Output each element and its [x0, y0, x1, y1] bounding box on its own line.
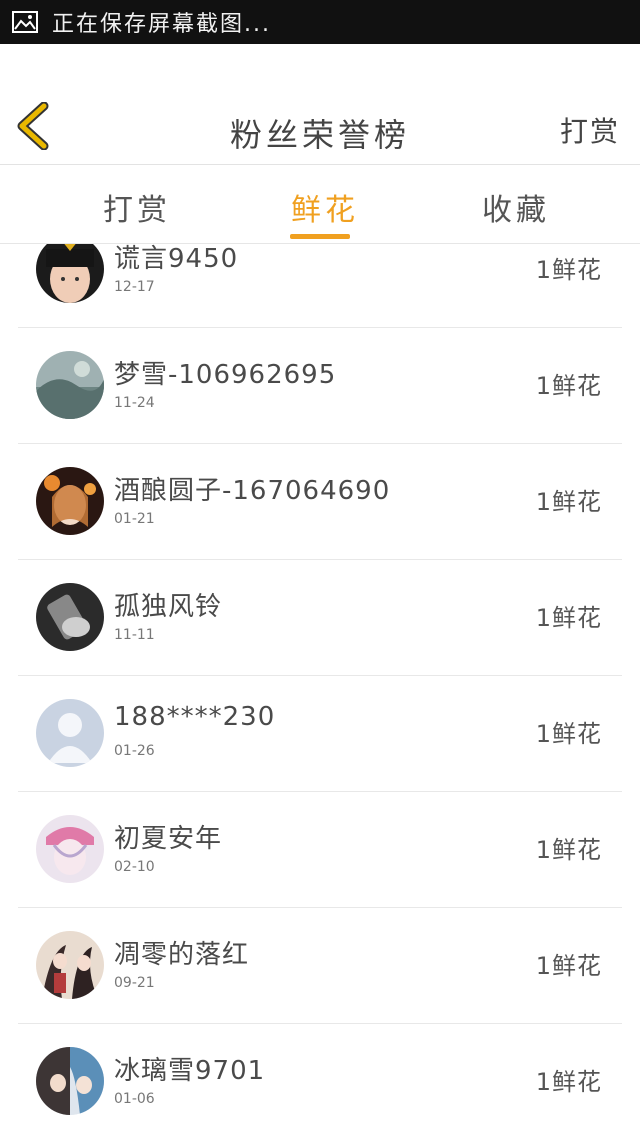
list-item[interactable]: 酒酿圆子-167064690 01-21 1鲜花: [18, 444, 622, 560]
avatar: [36, 931, 104, 999]
avatar: [36, 467, 104, 535]
user-name: 188****230: [114, 702, 276, 732]
list-item[interactable]: 凋零的落红 09-21 1鲜花: [18, 908, 622, 1024]
active-tab-indicator: [290, 234, 350, 239]
avatar: [36, 699, 104, 767]
avatar: [36, 351, 104, 419]
user-name: 初夏安年: [114, 824, 223, 854]
user-name: 梦雪-106962695: [114, 360, 337, 390]
user-name: 孤独风铃: [114, 592, 223, 622]
date: 01-21: [114, 511, 155, 527]
date: 02-10: [114, 859, 155, 875]
status-text: 正在保存屏幕截图...: [52, 12, 271, 37]
date: 01-26: [114, 743, 155, 759]
fan-list[interactable]: 谎言9450 12-17 1鲜花 梦雪-106962695 11-24 1鲜花 …: [18, 244, 622, 1138]
date: 11-24: [114, 395, 155, 411]
avatar: [36, 583, 104, 651]
user-name: 酒酿圆子-167064690: [114, 476, 391, 506]
user-name: 冰璃雪9701: [114, 1056, 266, 1086]
avatar: [36, 1047, 104, 1115]
date: 01-06: [114, 1091, 155, 1107]
list-item[interactable]: 谎言9450 12-17 1鲜花: [18, 244, 622, 328]
gift-count: 1鲜花: [535, 604, 602, 632]
gift-count: 1鲜花: [535, 488, 602, 516]
avatar: [36, 815, 104, 883]
tab-reward[interactable]: 打赏: [103, 185, 171, 229]
navigation-bar: 粉丝荣誉榜 打赏: [0, 44, 640, 165]
date: 11-11: [114, 627, 155, 643]
list-item[interactable]: 188****230 01-26 1鲜花: [18, 676, 622, 792]
gift-count: 1鲜花: [535, 372, 602, 400]
reward-button[interactable]: 打赏: [560, 110, 620, 150]
user-name: 谎言9450: [114, 244, 239, 274]
list-item[interactable]: 梦雪-106962695 11-24 1鲜花: [18, 328, 622, 444]
gift-count: 1鲜花: [535, 952, 602, 980]
date: 09-21: [114, 975, 155, 991]
status-bar: 正在保存屏幕截图...: [0, 0, 640, 44]
list-item[interactable]: 冰璃雪9701 01-06 1鲜花: [18, 1024, 622, 1138]
page-title: 粉丝荣誉榜: [229, 116, 410, 154]
user-name: 凋零的落红: [114, 940, 250, 970]
list-item[interactable]: 初夏安年 02-10 1鲜花: [18, 792, 622, 908]
avatar: [36, 244, 104, 303]
gift-count: 1鲜花: [535, 720, 602, 748]
gift-count: 1鲜花: [535, 836, 602, 864]
list-item[interactable]: 孤独风铃 11-11 1鲜花: [18, 560, 622, 676]
date: 12-17: [114, 279, 155, 295]
gift-count: 1鲜花: [535, 1068, 602, 1096]
tab-favorites[interactable]: 收藏: [482, 185, 550, 229]
image-icon: [12, 11, 38, 33]
tab-flowers[interactable]: 鲜花: [291, 185, 359, 229]
tab-bar: 打赏 鲜花 收藏: [0, 165, 640, 244]
gift-count: 1鲜花: [535, 256, 602, 284]
